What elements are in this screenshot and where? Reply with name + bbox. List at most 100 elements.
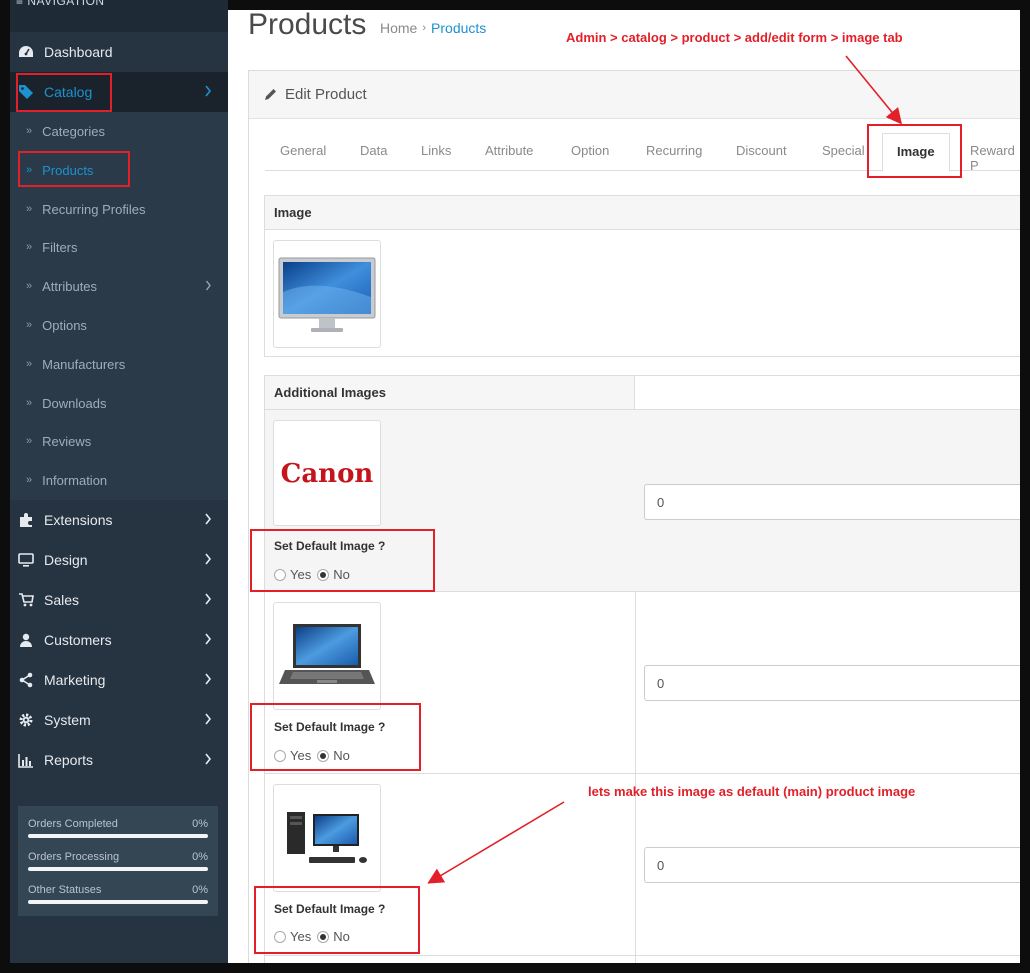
sidebar-item-options[interactable]: » Options xyxy=(10,306,228,344)
svg-text:Canon: Canon xyxy=(281,459,374,488)
breadcrumb-products[interactable]: Products xyxy=(431,20,486,36)
sort-order-input[interactable]: 0 xyxy=(644,484,1020,520)
breadcrumb-separator-icon: › xyxy=(422,22,427,34)
highlight-box-catalog xyxy=(16,73,112,112)
sidebar: ≡ NAVIGATION Dashboard Catalog » Categori… xyxy=(10,0,228,963)
page-title: Products xyxy=(248,10,367,41)
additional-images-header: Additional Images xyxy=(265,376,635,410)
laptop-image xyxy=(279,624,375,684)
nav-item-marketing[interactable]: Marketing xyxy=(10,660,228,700)
chevron-right-icon xyxy=(205,280,211,291)
chevron-right-icon xyxy=(205,513,212,525)
puzzle-icon xyxy=(18,512,34,528)
nav-label: Customers xyxy=(44,632,112,648)
double-chevron-icon: » xyxy=(26,435,33,447)
nav-header: ≡ NAVIGATION xyxy=(10,0,228,32)
order-stats: Orders Completed 0% Orders Processing 0%… xyxy=(18,806,218,916)
double-chevron-icon: » xyxy=(26,319,33,331)
tab-recurring[interactable]: Recurring xyxy=(646,143,702,158)
edit-product-panel: Edit Product General Data Links Attribut… xyxy=(248,70,1020,963)
nav-item-reports[interactable]: Reports xyxy=(10,740,228,780)
progress-bar xyxy=(28,900,208,904)
double-chevron-icon: » xyxy=(26,397,33,409)
chevron-right-icon xyxy=(205,713,212,725)
sidebar-item-recurring-profiles[interactable]: » Recurring Profiles xyxy=(10,190,228,228)
main-image-thumb[interactable] xyxy=(273,240,381,348)
nav-item-dashboard[interactable]: Dashboard xyxy=(10,32,228,72)
sidebar-item-filters[interactable]: » Filters xyxy=(10,228,228,266)
sort-order-input[interactable]: 0 xyxy=(644,665,1020,701)
monitor-icon xyxy=(18,552,34,568)
tab-discount[interactable]: Discount xyxy=(736,143,787,158)
sort-order-header xyxy=(635,376,1020,410)
nav-label: Design xyxy=(44,552,88,568)
double-chevron-icon: » xyxy=(26,474,33,486)
image-table: Image xyxy=(264,195,1020,357)
additional-image-thumb[interactable] xyxy=(273,602,381,710)
panel-heading: Edit Product xyxy=(249,71,1020,119)
stat-orders-completed: Orders Completed 0% xyxy=(28,812,208,845)
chevron-right-icon xyxy=(205,673,212,685)
dashboard-icon xyxy=(18,44,34,60)
nav-item-sales[interactable]: Sales xyxy=(10,580,228,620)
double-chevron-icon: » xyxy=(26,280,33,292)
monitor-image xyxy=(278,257,376,332)
sidebar-item-manufacturers[interactable]: » Manufacturers xyxy=(10,345,228,383)
double-chevron-icon: » xyxy=(26,125,33,137)
tab-attribute[interactable]: Attribute xyxy=(485,143,533,158)
annotation-default-note: lets make this image as default (main) p… xyxy=(588,784,916,799)
highlight-box-image-tab xyxy=(867,124,962,178)
bar-chart-icon xyxy=(18,752,34,768)
highlight-box-default-2 xyxy=(250,703,421,771)
image-header: Image xyxy=(265,196,1020,230)
highlight-box-products xyxy=(18,151,130,187)
stat-orders-processing: Orders Processing 0% xyxy=(28,845,208,878)
row-divider xyxy=(265,773,1020,774)
highlight-box-default-1 xyxy=(250,529,435,592)
chevron-right-icon xyxy=(205,85,212,97)
nav-label: Extensions xyxy=(44,512,113,528)
row-divider xyxy=(265,955,1020,956)
additional-image-thumb[interactable]: Canon xyxy=(273,420,381,526)
gear-icon xyxy=(18,712,34,728)
stat-other-statuses: Other Statuses 0% xyxy=(28,878,208,911)
desktop-pc-image xyxy=(287,812,367,863)
progress-bar xyxy=(28,867,208,871)
sidebar-item-attributes[interactable]: » Attributes xyxy=(10,267,228,305)
nav-label: Reports xyxy=(44,752,94,768)
additional-image-thumb[interactable] xyxy=(273,784,381,892)
breadcrumb: Home › Products xyxy=(380,20,486,36)
tab-data[interactable]: Data xyxy=(360,143,387,158)
nav-item-system[interactable]: System xyxy=(10,700,228,740)
canon-logo-image: Canon xyxy=(281,459,374,488)
tab-general[interactable]: General xyxy=(280,143,326,158)
nav-item-extensions[interactable]: Extensions xyxy=(10,500,228,540)
chevron-right-icon xyxy=(205,753,212,765)
tab-links[interactable]: Links xyxy=(421,143,451,158)
user-icon xyxy=(18,632,34,648)
chevron-right-icon xyxy=(205,553,212,565)
pencil-icon xyxy=(265,89,276,100)
sidebar-item-categories[interactable]: » Categories xyxy=(10,112,228,150)
sidebar-item-information[interactable]: » Information xyxy=(10,461,228,499)
sidebar-item-reviews[interactable]: » Reviews xyxy=(10,422,228,460)
sidebar-item-downloads[interactable]: » Downloads xyxy=(10,384,228,422)
tab-option[interactable]: Option xyxy=(571,143,609,158)
nav-item-design[interactable]: Design xyxy=(10,540,228,580)
double-chevron-icon: » xyxy=(26,358,33,370)
nav-item-customers[interactable]: Customers xyxy=(10,620,228,660)
cart-icon xyxy=(18,592,34,608)
annotation-path-note: Admin > catalog > product > add/edit for… xyxy=(566,30,903,45)
progress-bar xyxy=(28,834,208,838)
sort-order-input[interactable]: 0 xyxy=(644,847,1020,883)
tab-reward-points[interactable]: Reward P xyxy=(970,143,1020,173)
chevron-right-icon xyxy=(205,633,212,645)
highlight-box-default-3 xyxy=(254,886,420,954)
chevron-right-icon xyxy=(205,593,212,605)
tab-special[interactable]: Special xyxy=(822,143,865,158)
breadcrumb-home[interactable]: Home xyxy=(380,20,417,36)
additional-images-table: Additional Images Canon Set Default Imag… xyxy=(264,375,1020,963)
nav-label: Sales xyxy=(44,592,80,608)
nav-label: Dashboard xyxy=(44,44,113,60)
double-chevron-icon: » xyxy=(26,203,33,215)
